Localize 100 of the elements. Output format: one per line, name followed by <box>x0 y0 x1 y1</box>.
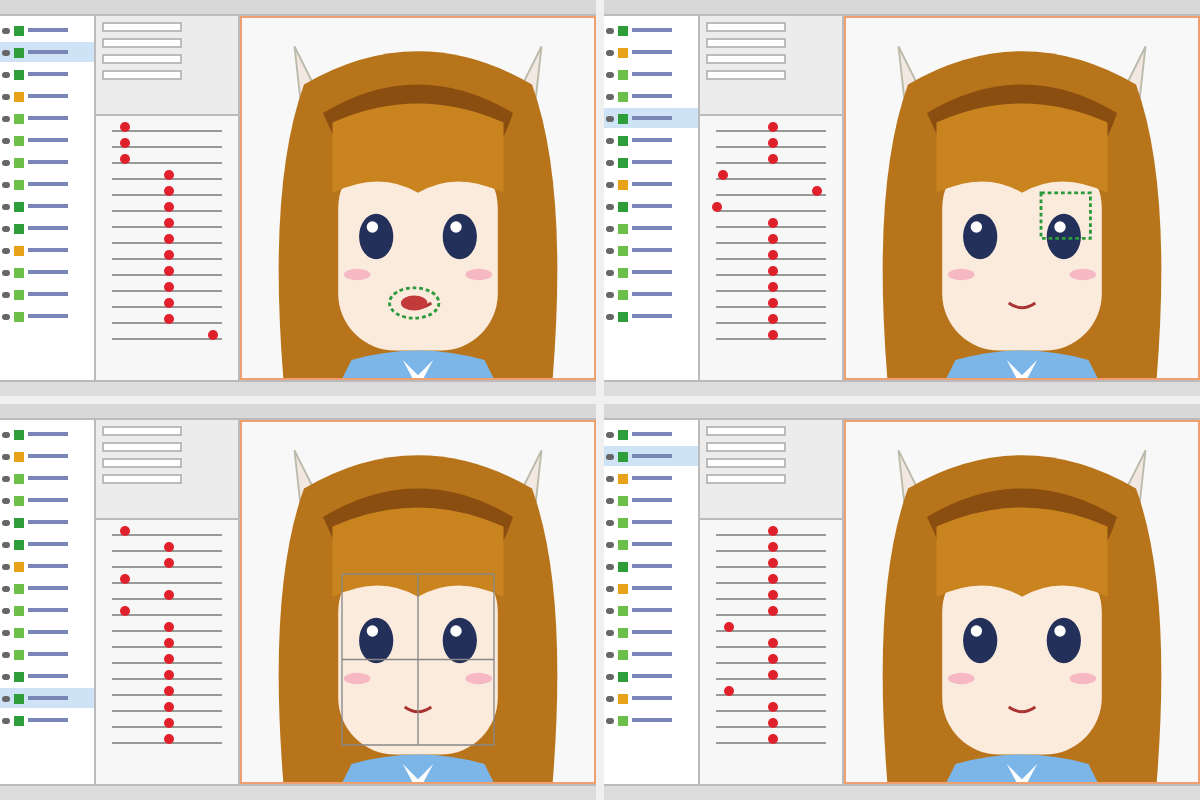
slider-track[interactable] <box>112 264 222 276</box>
slider-track[interactable] <box>716 524 826 536</box>
input-field[interactable] <box>706 442 786 452</box>
slider-track[interactable] <box>716 280 826 292</box>
slider-track[interactable] <box>112 556 222 568</box>
slider-thumb[interactable] <box>163 670 173 680</box>
slider-track[interactable] <box>716 232 826 244</box>
slider-thumb[interactable] <box>119 526 129 536</box>
input-field[interactable] <box>102 38 182 48</box>
slider-track[interactable] <box>112 620 222 632</box>
slider-track[interactable] <box>112 652 222 664</box>
slider-track[interactable] <box>716 684 826 696</box>
slider-thumb[interactable] <box>163 558 173 568</box>
slider-thumb[interactable] <box>767 606 777 616</box>
slider-thumb[interactable] <box>119 138 129 148</box>
slider-thumb[interactable] <box>119 606 129 616</box>
slider-thumb[interactable] <box>163 590 173 600</box>
slider-thumb[interactable] <box>767 330 777 340</box>
slider-thumb[interactable] <box>767 702 777 712</box>
slider-thumb[interactable] <box>767 526 777 536</box>
input-field[interactable] <box>706 54 786 64</box>
slider-track[interactable] <box>112 216 222 228</box>
mesh-overlay[interactable] <box>1039 191 1092 240</box>
slider-thumb[interactable] <box>163 250 173 260</box>
slider-track[interactable] <box>716 200 826 212</box>
slider-track[interactable] <box>112 136 222 148</box>
slider-thumb[interactable] <box>767 670 777 680</box>
slider-track[interactable] <box>112 152 222 164</box>
slider-track[interactable] <box>716 556 826 568</box>
slider-track[interactable] <box>716 620 826 632</box>
slider-track[interactable] <box>716 604 826 616</box>
slider-thumb[interactable] <box>767 638 777 648</box>
slider-thumb[interactable] <box>163 734 173 744</box>
slider-thumb[interactable] <box>767 558 777 568</box>
input-field[interactable] <box>102 458 182 468</box>
slider-thumb[interactable] <box>119 122 129 132</box>
slider-thumb[interactable] <box>119 154 129 164</box>
slider-track[interactable] <box>112 524 222 536</box>
input-field[interactable] <box>706 70 786 80</box>
slider-track[interactable] <box>716 652 826 664</box>
slider-thumb[interactable] <box>767 542 777 552</box>
slider-track[interactable] <box>716 732 826 744</box>
slider-thumb[interactable] <box>767 234 777 244</box>
slider-thumb[interactable] <box>767 718 777 728</box>
tree-item[interactable] <box>0 688 94 708</box>
slider-track[interactable] <box>716 216 826 228</box>
slider-track[interactable] <box>112 248 222 260</box>
slider-thumb[interactable] <box>767 218 777 228</box>
slider-track[interactable] <box>716 248 826 260</box>
slider-track[interactable] <box>112 572 222 584</box>
slider-track[interactable] <box>716 136 826 148</box>
mesh-overlay[interactable] <box>341 573 495 746</box>
slider-thumb[interactable] <box>767 734 777 744</box>
slider-thumb[interactable] <box>723 622 733 632</box>
slider-thumb[interactable] <box>163 654 173 664</box>
slider-thumb[interactable] <box>163 298 173 308</box>
slider-track[interactable] <box>112 732 222 744</box>
slider-track[interactable] <box>112 684 222 696</box>
slider-thumb[interactable] <box>767 266 777 276</box>
input-field[interactable] <box>102 426 182 436</box>
slider-thumb[interactable] <box>163 702 173 712</box>
slider-track[interactable] <box>716 636 826 648</box>
slider-track[interactable] <box>112 312 222 324</box>
input-field[interactable] <box>102 474 182 484</box>
slider-track[interactable] <box>716 264 826 276</box>
slider-track[interactable] <box>716 716 826 728</box>
tree-item[interactable] <box>604 108 698 128</box>
input-field[interactable] <box>706 22 786 32</box>
slider-track[interactable] <box>716 668 826 680</box>
slider-track[interactable] <box>112 120 222 132</box>
slider-track[interactable] <box>716 700 826 712</box>
input-field[interactable] <box>102 70 182 80</box>
input-field[interactable] <box>102 442 182 452</box>
slider-thumb[interactable] <box>767 154 777 164</box>
slider-track[interactable] <box>112 296 222 308</box>
slider-thumb[interactable] <box>163 266 173 276</box>
slider-thumb[interactable] <box>767 314 777 324</box>
slider-track[interactable] <box>112 280 222 292</box>
slider-thumb[interactable] <box>767 122 777 132</box>
slider-track[interactable] <box>112 668 222 680</box>
slider-track[interactable] <box>112 200 222 212</box>
slider-thumb[interactable] <box>163 234 173 244</box>
slider-thumb[interactable] <box>717 170 728 180</box>
slider-track[interactable] <box>716 540 826 552</box>
slider-track[interactable] <box>112 700 222 712</box>
slider-track[interactable] <box>716 572 826 584</box>
slider-track[interactable] <box>112 604 222 616</box>
slider-track[interactable] <box>112 636 222 648</box>
slider-track[interactable] <box>716 328 826 340</box>
slider-thumb[interactable] <box>767 590 777 600</box>
input-field[interactable] <box>102 54 182 64</box>
slider-thumb[interactable] <box>767 654 777 664</box>
input-field[interactable] <box>102 22 182 32</box>
slider-track[interactable] <box>716 312 826 324</box>
slider-thumb[interactable] <box>723 686 733 696</box>
slider-track[interactable] <box>716 168 826 180</box>
slider-thumb[interactable] <box>163 542 173 552</box>
slider-thumb[interactable] <box>163 282 173 292</box>
slider-thumb[interactable] <box>119 574 129 584</box>
slider-thumb[interactable] <box>163 218 173 228</box>
